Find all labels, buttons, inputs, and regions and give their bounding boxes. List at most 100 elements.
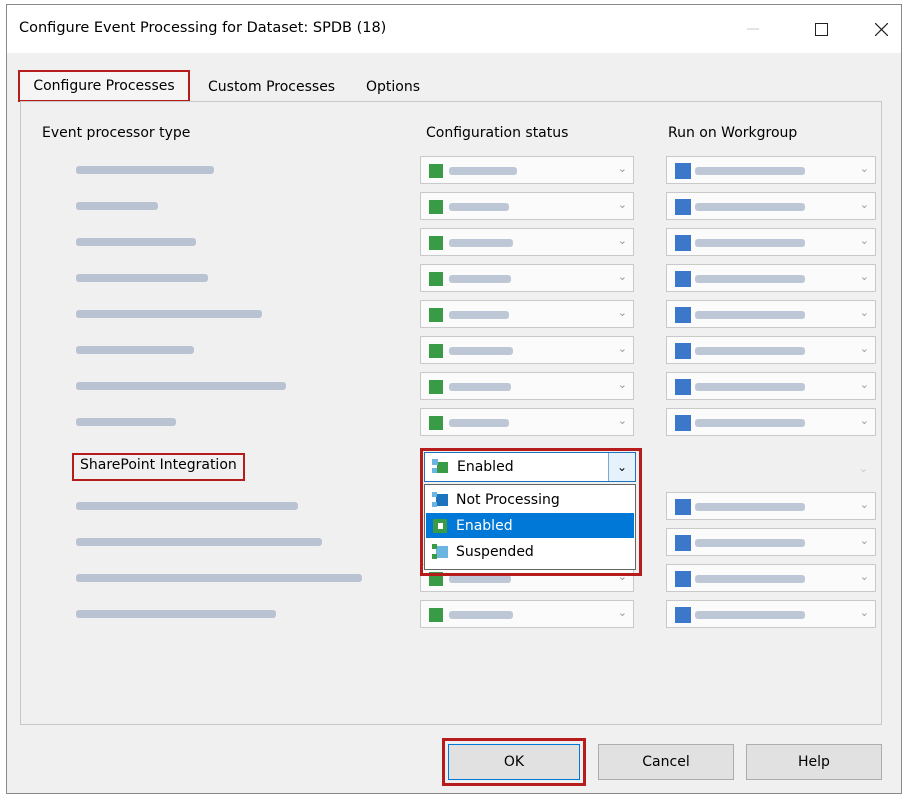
window-title: Configure Event Processing for Dataset: …: [19, 20, 387, 36]
tab-custom-processes[interactable]: Custom Processes: [208, 79, 335, 95]
status-enabled-icon: [429, 416, 443, 430]
chevron-down-icon: ⌄: [617, 378, 627, 391]
status-combo[interactable]: ⌄: [420, 156, 634, 184]
workgroup-icon: [675, 343, 691, 359]
workgroup-combo[interactable]: ⌄: [666, 336, 876, 364]
chevron-down-icon: ⌄: [859, 342, 869, 355]
status-enabled-icon: [429, 608, 443, 622]
chevron-down-icon: ⌄: [617, 162, 627, 175]
processor-row-label: [76, 163, 296, 177]
workgroup-combo[interactable]: ⌄: [666, 156, 876, 184]
workgroup-combo[interactable]: ⌄: [666, 600, 876, 628]
workgroup-combo[interactable]: ⌄: [666, 264, 876, 292]
workgroup-combo-disabled: ⌄: [666, 456, 876, 484]
title-bar: Configure Event Processing for Dataset: …: [7, 5, 901, 53]
status-combo[interactable]: ⌄: [420, 336, 634, 364]
workgroup-icon: [675, 307, 691, 323]
processor-row-label: [76, 199, 296, 213]
status-enabled-icon: [429, 200, 443, 214]
status-enabled-icon: [429, 380, 443, 394]
chevron-down-icon[interactable]: ⌄: [608, 453, 635, 481]
status-combo[interactable]: ⌄: [420, 228, 634, 256]
workgroup-combo[interactable]: ⌄: [666, 528, 876, 556]
column-header-type: Event processor type: [42, 125, 191, 141]
workgroup-combo[interactable]: ⌄: [666, 300, 876, 328]
status-enabled-icon: [429, 344, 443, 358]
tab-options[interactable]: Options: [366, 79, 420, 95]
processor-row-label: [76, 343, 296, 357]
tab-configure-processes[interactable]: Configure Processes: [18, 70, 190, 102]
column-header-workgroup: Run on Workgroup: [668, 125, 798, 141]
status-combo[interactable]: ⌄: [420, 600, 634, 628]
chevron-down-icon: ⌄: [617, 270, 627, 283]
processor-row-label: [76, 271, 296, 285]
status-combo[interactable]: ⌄: [420, 264, 634, 292]
workgroup-combo[interactable]: ⌄: [666, 564, 876, 592]
chevron-down-icon: ⌄: [859, 498, 869, 511]
chevron-down-icon: ⌄: [858, 462, 868, 475]
status-combo[interactable]: ⌄: [420, 408, 634, 436]
workgroup-combo[interactable]: ⌄: [666, 192, 876, 220]
sharepoint-status-value: Enabled: [457, 459, 514, 475]
minimize-icon: [747, 28, 759, 30]
workgroup-combo[interactable]: ⌄: [666, 408, 876, 436]
chevron-down-icon: ⌄: [617, 414, 627, 427]
enabled-icon: [433, 518, 447, 533]
workgroup-icon: [675, 415, 691, 431]
sharepoint-integration-label: SharePoint Integration: [72, 453, 245, 481]
status-combo[interactable]: ⌄: [420, 192, 634, 220]
help-button-label: Help: [798, 754, 830, 770]
status-enabled-icon: [429, 236, 443, 250]
tab-options-label: Options: [366, 79, 421, 95]
processor-row-label: [76, 415, 296, 429]
dropdown-option-label: Suspended: [456, 543, 534, 560]
help-button[interactable]: Help: [746, 744, 882, 780]
close-icon: [874, 22, 888, 36]
status-combo[interactable]: ⌄: [420, 300, 634, 328]
processor-row-label: [76, 379, 296, 393]
chevron-down-icon: ⌄: [859, 534, 869, 547]
workgroup-combo[interactable]: ⌄: [666, 372, 876, 400]
status-enabled-icon: [429, 272, 443, 286]
dropdown-option-label: Enabled: [456, 517, 513, 534]
minimize-button[interactable]: [731, 5, 775, 53]
workgroup-icon: [675, 607, 691, 623]
dropdown-option-suspended[interactable]: Suspended: [426, 539, 634, 564]
maximize-button[interactable]: [799, 5, 843, 53]
chevron-down-icon: ⌄: [859, 162, 869, 175]
workgroup-combo[interactable]: ⌄: [666, 492, 876, 520]
chevron-down-icon: ⌄: [617, 606, 627, 619]
chevron-down-icon: ⌄: [859, 414, 869, 427]
chevron-down-icon: ⌄: [859, 570, 869, 583]
ok-button[interactable]: OK: [448, 744, 580, 780]
processor-row-label: [76, 235, 296, 249]
not-processing-icon: [432, 491, 448, 507]
suspended-icon: [432, 543, 448, 559]
dropdown-option-label: Not Processing: [456, 491, 560, 508]
sharepoint-status-combo[interactable]: Enabled ⌄: [424, 452, 636, 482]
processor-row-label: [76, 571, 362, 585]
processor-row-label: [76, 607, 296, 621]
chevron-down-icon: ⌄: [859, 306, 869, 319]
workgroup-icon: [675, 379, 691, 395]
maximize-icon: [814, 22, 828, 36]
column-header-status: Configuration status: [426, 125, 569, 141]
workgroup-icon: [675, 535, 691, 551]
workgroup-icon: [675, 235, 691, 251]
tab-configure-processes-label: Configure Processes: [33, 78, 175, 94]
workgroup-icon: [675, 271, 691, 287]
dropdown-option-not-processing[interactable]: Not Processing: [426, 487, 634, 512]
workgroup-icon: [675, 571, 691, 587]
chevron-down-icon: ⌄: [617, 306, 627, 319]
chevron-down-icon: ⌄: [617, 234, 627, 247]
processor-row-label: [76, 499, 298, 513]
cancel-button[interactable]: Cancel: [598, 744, 734, 780]
dropdown-option-enabled[interactable]: Enabled: [426, 513, 634, 538]
close-button[interactable]: [859, 5, 903, 53]
chevron-down-icon: ⌄: [859, 270, 869, 283]
ok-button-label: OK: [503, 754, 525, 770]
status-dropdown-list: Not Processing Enabled Suspended: [424, 484, 636, 570]
status-combo[interactable]: ⌄: [420, 372, 634, 400]
chevron-down-icon: ⌄: [859, 234, 869, 247]
workgroup-combo[interactable]: ⌄: [666, 228, 876, 256]
